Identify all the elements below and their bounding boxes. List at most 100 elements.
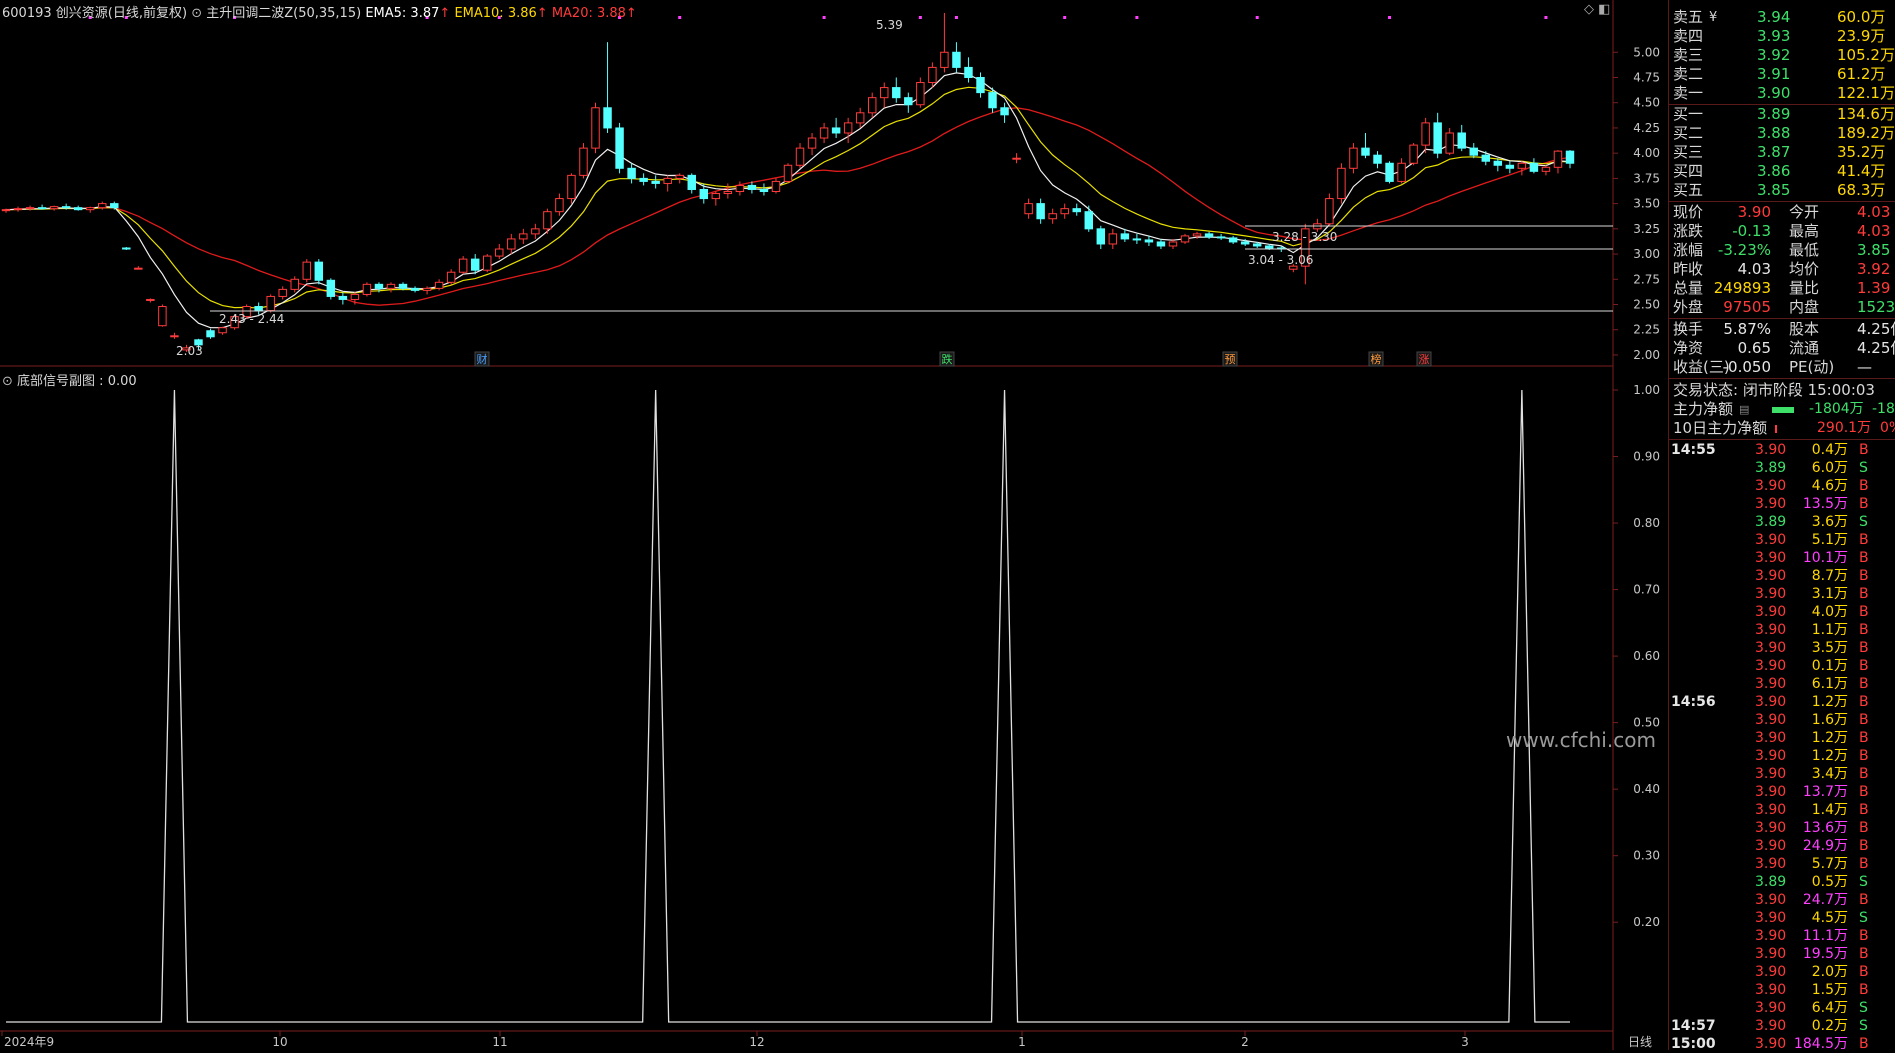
ema10-line (5, 86, 1571, 309)
candle (1216, 236, 1226, 239)
tick-direction: B (1859, 658, 1869, 674)
tick-volume: 5.7万 (1811, 856, 1848, 872)
candle (1060, 208, 1069, 215)
tick-volume: 0.2万 (1811, 1018, 1848, 1034)
stat-value: -0.13 (1732, 222, 1771, 240)
window-toggle-icon[interactable]: ◧ (1598, 2, 1610, 17)
candle (555, 198, 564, 213)
y-tick-label: 4.75 (1633, 70, 1660, 84)
stat-value: -0.050 (1722, 358, 1771, 376)
tick-row: 3.90 3.4万 B (1669, 765, 1895, 783)
candle (290, 278, 299, 290)
kline-chart[interactable]: 5.00 4.75 4.50 4.25 4.00 3.75 3.50 3.25 3.00 2.75… (0, 0, 1668, 1050)
stat-label: 今开 (1789, 203, 1820, 221)
chart-area[interactable]: 5.00 4.75 4.50 4.25 4.00 3.75 3.50 3.25 3.00 2.75… (0, 0, 1660, 1050)
indicator-dropdown-icon[interactable]: ⊙ (191, 6, 202, 21)
orderbook-row[interactable]: 买五 3.85 68.3万 (1669, 181, 1895, 200)
chart-toggle-icon[interactable]: ▤ (1739, 400, 1749, 419)
flow10-bar (1775, 425, 1777, 433)
tick-row: 3.90 1.6万 B (1669, 711, 1895, 729)
orderbook-level: 买二 (1673, 124, 1704, 142)
orderbook-price: 3.94 (1757, 8, 1791, 26)
candle (723, 191, 733, 195)
candle (880, 87, 889, 99)
tick-time: 15:00 (1671, 1036, 1716, 1052)
tick-price: 3.90 (1755, 622, 1787, 638)
candle (1385, 162, 1394, 182)
candle (61, 206, 71, 209)
orderbook-row[interactable]: 卖一 3.90 122.1万 (1669, 84, 1895, 103)
candle (266, 295, 275, 312)
tick-price: 3.90 (1755, 496, 1787, 512)
tick-price: 3.90 (1755, 604, 1787, 620)
orderbook-row[interactable]: 卖三 3.92 105.2万 (1669, 46, 1895, 65)
tick-volume: 24.7万 (1802, 892, 1848, 908)
orderbook-row[interactable]: 卖四 3.93 23.9万 (1669, 27, 1895, 46)
flow10-row[interactable]: 10日主力净额 290.1万 0% (1669, 419, 1895, 438)
tick-volume: 13.7万 (1802, 784, 1848, 800)
orderbook-level: 卖一 (1673, 84, 1704, 102)
stat-value: 3.85 (1857, 241, 1891, 259)
candle (531, 228, 540, 235)
orderbook-row[interactable]: 买一 3.89 134.6万 (1669, 105, 1895, 124)
orderbook-row[interactable]: 买四 3.86 41.4万 (1669, 162, 1895, 181)
subchart-menu-icon[interactable]: ⊙ (2, 374, 13, 389)
y-tick-label: 4.25 (1633, 121, 1660, 135)
candle (374, 283, 384, 289)
signal-marker (1388, 16, 1392, 19)
stat-value: 0.65 (1737, 339, 1771, 357)
signal-marker (822, 16, 826, 19)
candle (37, 207, 47, 210)
watermark: www.cfchi.com (1506, 728, 1656, 752)
candle (759, 188, 769, 193)
diamond-icon[interactable]: ◇ (1584, 2, 1594, 17)
candle (519, 233, 528, 240)
section-divider (1669, 439, 1895, 440)
sub-y-tick-label: 0.70 (1633, 583, 1660, 597)
candle (1036, 203, 1045, 220)
orderbook-price: 3.86 (1757, 162, 1791, 180)
tick-row: 14:55 3.90 0.4万 B (1669, 441, 1895, 459)
tick-direction: B (1859, 478, 1869, 494)
candle (362, 283, 372, 295)
resistance-box-label: 3.28 - 3.30 (1272, 230, 1337, 244)
y-tick-label: 3.75 (1633, 171, 1660, 185)
candle (843, 122, 853, 134)
candle (254, 306, 263, 312)
main-flow-row[interactable]: 主力净额 ▤ -1804万 -18% (1669, 400, 1895, 419)
candle (1517, 162, 1527, 169)
candle (1048, 213, 1057, 220)
stat-row: 换手 5.87% 股本 4.25亿 (1669, 320, 1895, 339)
orderbook-level: 买四 (1673, 162, 1704, 180)
candle (507, 238, 516, 250)
period-label: 日线 (1628, 1035, 1652, 1049)
stat-row: 昨收 4.03 均价 3.92 (1669, 260, 1895, 279)
orderbook-row[interactable]: 买三 3.87 35.2万 (1669, 143, 1895, 162)
stat-label: 流通 (1789, 339, 1820, 357)
orderbook-row[interactable]: 买二 3.88 189.2万 (1669, 124, 1895, 143)
tick-direction: B (1859, 586, 1869, 602)
tick-price: 3.90 (1755, 568, 1787, 584)
orderbook-row[interactable]: 卖五 ¥ 3.94 60.0万 (1669, 8, 1895, 27)
candle (711, 193, 721, 200)
tick-volume: 5.1万 (1811, 532, 1848, 548)
tick-direction: B (1859, 496, 1869, 512)
candle (892, 87, 901, 99)
x-tick-label: 1 (1018, 1035, 1026, 1049)
candle (1421, 122, 1430, 146)
indicator-name[interactable]: 主升回调二波Z(50,35,15) (206, 6, 361, 21)
tick-direction: B (1859, 604, 1869, 620)
tick-direction: B (1859, 856, 1869, 872)
y-tick-label: 4.50 (1633, 96, 1660, 110)
chart-tools: ◇ ◧ (1584, 2, 1610, 17)
orderbook-row[interactable]: 卖二 3.91 61.2万 (1669, 65, 1895, 84)
candle (326, 279, 336, 297)
candle (1373, 154, 1382, 164)
stat-label: 均价 (1789, 260, 1820, 278)
tick-direction: B (1859, 676, 1869, 692)
tick-price: 3.90 (1755, 946, 1787, 962)
orderbook-volume: 189.2万 (1837, 124, 1895, 142)
tick-volume: 0.4万 (1811, 442, 1848, 458)
candle (579, 147, 588, 176)
stat-value: 4.25亿 (1857, 339, 1895, 357)
